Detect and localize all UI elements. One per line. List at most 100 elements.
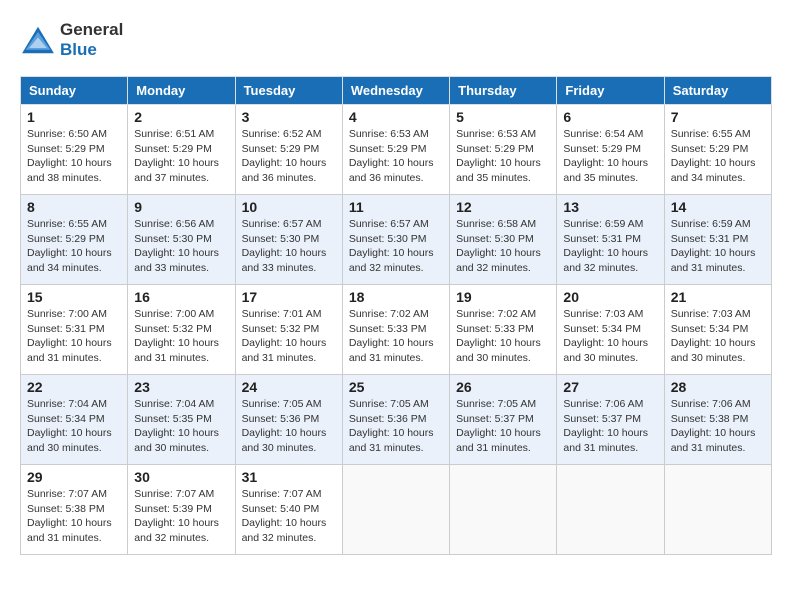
calendar-cell: 22 Sunrise: 7:04 AM Sunset: 5:34 PM Dayl… <box>21 375 128 465</box>
day-number: 13 <box>563 199 657 215</box>
logo: General Blue <box>20 20 123 60</box>
col-header-wednesday: Wednesday <box>342 77 449 105</box>
calendar-header-row: SundayMondayTuesdayWednesdayThursdayFrid… <box>21 77 772 105</box>
day-number: 19 <box>456 289 550 305</box>
day-info: Sunrise: 6:51 AM Sunset: 5:29 PM Dayligh… <box>134 127 228 186</box>
calendar-week-4: 22 Sunrise: 7:04 AM Sunset: 5:34 PM Dayl… <box>21 375 772 465</box>
calendar-cell: 18 Sunrise: 7:02 AM Sunset: 5:33 PM Dayl… <box>342 285 449 375</box>
day-info: Sunrise: 7:07 AM Sunset: 5:38 PM Dayligh… <box>27 487 121 546</box>
day-number: 21 <box>671 289 765 305</box>
day-number: 16 <box>134 289 228 305</box>
calendar-cell: 19 Sunrise: 7:02 AM Sunset: 5:33 PM Dayl… <box>450 285 557 375</box>
day-number: 2 <box>134 109 228 125</box>
calendar-cell <box>450 465 557 555</box>
day-info: Sunrise: 6:53 AM Sunset: 5:29 PM Dayligh… <box>456 127 550 186</box>
day-info: Sunrise: 6:50 AM Sunset: 5:29 PM Dayligh… <box>27 127 121 186</box>
day-info: Sunrise: 7:03 AM Sunset: 5:34 PM Dayligh… <box>671 307 765 366</box>
day-info: Sunrise: 7:02 AM Sunset: 5:33 PM Dayligh… <box>456 307 550 366</box>
day-info: Sunrise: 6:56 AM Sunset: 5:30 PM Dayligh… <box>134 217 228 276</box>
day-number: 15 <box>27 289 121 305</box>
day-number: 11 <box>349 199 443 215</box>
calendar-week-3: 15 Sunrise: 7:00 AM Sunset: 5:31 PM Dayl… <box>21 285 772 375</box>
calendar-table: SundayMondayTuesdayWednesdayThursdayFrid… <box>20 76 772 555</box>
day-info: Sunrise: 6:59 AM Sunset: 5:31 PM Dayligh… <box>563 217 657 276</box>
calendar-cell: 11 Sunrise: 6:57 AM Sunset: 5:30 PM Dayl… <box>342 195 449 285</box>
calendar-cell: 4 Sunrise: 6:53 AM Sunset: 5:29 PM Dayli… <box>342 105 449 195</box>
day-number: 30 <box>134 469 228 485</box>
calendar-cell: 1 Sunrise: 6:50 AM Sunset: 5:29 PM Dayli… <box>21 105 128 195</box>
calendar-cell: 31 Sunrise: 7:07 AM Sunset: 5:40 PM Dayl… <box>235 465 342 555</box>
day-info: Sunrise: 7:06 AM Sunset: 5:38 PM Dayligh… <box>671 397 765 456</box>
day-info: Sunrise: 6:54 AM Sunset: 5:29 PM Dayligh… <box>563 127 657 186</box>
calendar-cell: 9 Sunrise: 6:56 AM Sunset: 5:30 PM Dayli… <box>128 195 235 285</box>
day-info: Sunrise: 7:03 AM Sunset: 5:34 PM Dayligh… <box>563 307 657 366</box>
day-info: Sunrise: 7:01 AM Sunset: 5:32 PM Dayligh… <box>242 307 336 366</box>
col-header-tuesday: Tuesday <box>235 77 342 105</box>
calendar-cell: 30 Sunrise: 7:07 AM Sunset: 5:39 PM Dayl… <box>128 465 235 555</box>
calendar-cell: 6 Sunrise: 6:54 AM Sunset: 5:29 PM Dayli… <box>557 105 664 195</box>
calendar-week-2: 8 Sunrise: 6:55 AM Sunset: 5:29 PM Dayli… <box>21 195 772 285</box>
day-info: Sunrise: 6:55 AM Sunset: 5:29 PM Dayligh… <box>671 127 765 186</box>
day-info: Sunrise: 7:00 AM Sunset: 5:31 PM Dayligh… <box>27 307 121 366</box>
day-info: Sunrise: 7:05 AM Sunset: 5:36 PM Dayligh… <box>349 397 443 456</box>
calendar-cell: 29 Sunrise: 7:07 AM Sunset: 5:38 PM Dayl… <box>21 465 128 555</box>
day-info: Sunrise: 7:07 AM Sunset: 5:39 PM Dayligh… <box>134 487 228 546</box>
day-info: Sunrise: 7:04 AM Sunset: 5:34 PM Dayligh… <box>27 397 121 456</box>
day-info: Sunrise: 6:58 AM Sunset: 5:30 PM Dayligh… <box>456 217 550 276</box>
day-number: 26 <box>456 379 550 395</box>
day-info: Sunrise: 7:00 AM Sunset: 5:32 PM Dayligh… <box>134 307 228 366</box>
calendar-cell: 21 Sunrise: 7:03 AM Sunset: 5:34 PM Dayl… <box>664 285 771 375</box>
calendar-cell <box>557 465 664 555</box>
day-number: 29 <box>27 469 121 485</box>
day-info: Sunrise: 6:52 AM Sunset: 5:29 PM Dayligh… <box>242 127 336 186</box>
calendar-cell: 25 Sunrise: 7:05 AM Sunset: 5:36 PM Dayl… <box>342 375 449 465</box>
day-info: Sunrise: 7:04 AM Sunset: 5:35 PM Dayligh… <box>134 397 228 456</box>
day-number: 27 <box>563 379 657 395</box>
day-number: 8 <box>27 199 121 215</box>
calendar-cell: 12 Sunrise: 6:58 AM Sunset: 5:30 PM Dayl… <box>450 195 557 285</box>
calendar-week-1: 1 Sunrise: 6:50 AM Sunset: 5:29 PM Dayli… <box>21 105 772 195</box>
day-info: Sunrise: 6:57 AM Sunset: 5:30 PM Dayligh… <box>349 217 443 276</box>
calendar-cell: 15 Sunrise: 7:00 AM Sunset: 5:31 PM Dayl… <box>21 285 128 375</box>
day-number: 17 <box>242 289 336 305</box>
calendar-cell: 8 Sunrise: 6:55 AM Sunset: 5:29 PM Dayli… <box>21 195 128 285</box>
day-number: 22 <box>27 379 121 395</box>
calendar-cell: 26 Sunrise: 7:05 AM Sunset: 5:37 PM Dayl… <box>450 375 557 465</box>
day-info: Sunrise: 7:05 AM Sunset: 5:37 PM Dayligh… <box>456 397 550 456</box>
day-number: 9 <box>134 199 228 215</box>
calendar-cell: 20 Sunrise: 7:03 AM Sunset: 5:34 PM Dayl… <box>557 285 664 375</box>
calendar-cell: 3 Sunrise: 6:52 AM Sunset: 5:29 PM Dayli… <box>235 105 342 195</box>
day-number: 25 <box>349 379 443 395</box>
day-number: 1 <box>27 109 121 125</box>
calendar-cell: 2 Sunrise: 6:51 AM Sunset: 5:29 PM Dayli… <box>128 105 235 195</box>
day-number: 31 <box>242 469 336 485</box>
day-number: 14 <box>671 199 765 215</box>
calendar-cell: 7 Sunrise: 6:55 AM Sunset: 5:29 PM Dayli… <box>664 105 771 195</box>
col-header-thursday: Thursday <box>450 77 557 105</box>
col-header-saturday: Saturday <box>664 77 771 105</box>
logo-text: General Blue <box>60 20 123 60</box>
calendar-cell: 24 Sunrise: 7:05 AM Sunset: 5:36 PM Dayl… <box>235 375 342 465</box>
calendar-cell: 17 Sunrise: 7:01 AM Sunset: 5:32 PM Dayl… <box>235 285 342 375</box>
day-info: Sunrise: 7:02 AM Sunset: 5:33 PM Dayligh… <box>349 307 443 366</box>
calendar-cell: 27 Sunrise: 7:06 AM Sunset: 5:37 PM Dayl… <box>557 375 664 465</box>
day-info: Sunrise: 7:07 AM Sunset: 5:40 PM Dayligh… <box>242 487 336 546</box>
day-number: 10 <box>242 199 336 215</box>
day-info: Sunrise: 6:53 AM Sunset: 5:29 PM Dayligh… <box>349 127 443 186</box>
calendar-week-5: 29 Sunrise: 7:07 AM Sunset: 5:38 PM Dayl… <box>21 465 772 555</box>
logo-icon <box>20 25 56 55</box>
calendar-cell: 23 Sunrise: 7:04 AM Sunset: 5:35 PM Dayl… <box>128 375 235 465</box>
calendar-cell <box>664 465 771 555</box>
day-number: 24 <box>242 379 336 395</box>
col-header-sunday: Sunday <box>21 77 128 105</box>
calendar-cell: 14 Sunrise: 6:59 AM Sunset: 5:31 PM Dayl… <box>664 195 771 285</box>
calendar-cell <box>342 465 449 555</box>
col-header-monday: Monday <box>128 77 235 105</box>
day-number: 23 <box>134 379 228 395</box>
day-number: 28 <box>671 379 765 395</box>
calendar-cell: 16 Sunrise: 7:00 AM Sunset: 5:32 PM Dayl… <box>128 285 235 375</box>
calendar-cell: 28 Sunrise: 7:06 AM Sunset: 5:38 PM Dayl… <box>664 375 771 465</box>
day-info: Sunrise: 6:55 AM Sunset: 5:29 PM Dayligh… <box>27 217 121 276</box>
day-number: 7 <box>671 109 765 125</box>
col-header-friday: Friday <box>557 77 664 105</box>
